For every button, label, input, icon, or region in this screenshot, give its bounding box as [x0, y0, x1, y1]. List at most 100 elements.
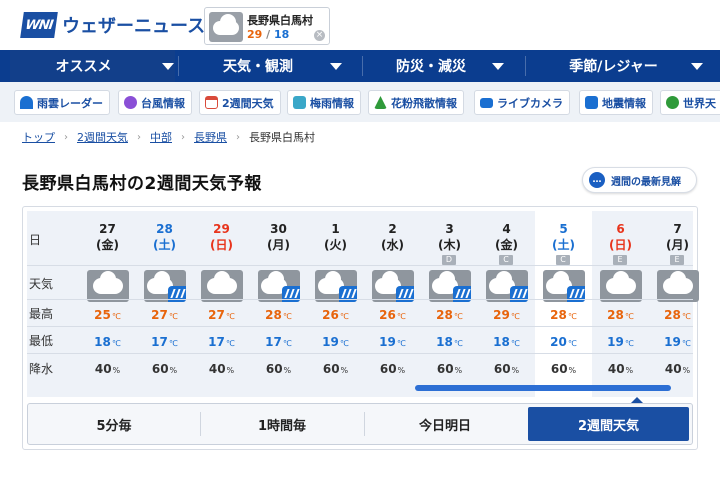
site-logo[interactable]: WNI ウェザーニュース: [20, 12, 205, 38]
forecast-low-unit: ℃: [567, 339, 577, 348]
subnav-item-tsuyu[interactable]: 梅雨情報: [287, 90, 361, 115]
forecast-weekday: (月): [267, 238, 290, 252]
nav-item-weather[interactable]: 天気・観測: [180, 50, 360, 82]
breadcrumb-link-nagano[interactable]: 長野県: [194, 129, 227, 145]
forecast-low: 19℃: [307, 335, 364, 349]
forecast-high: 27℃: [136, 308, 193, 322]
forecast-high-unit: ℃: [567, 312, 577, 321]
forecast-high: 25℃: [79, 308, 136, 322]
subnav-item-typhoon[interactable]: 台風情報: [118, 90, 192, 115]
subnav-item-2week[interactable]: 2週間天気: [199, 90, 281, 115]
forecast-low-value: 19: [664, 335, 681, 349]
forecast-low: 18℃: [421, 335, 478, 349]
forecast-high-unit: ℃: [339, 312, 349, 321]
forecast-date: 2: [388, 222, 397, 236]
forecast-weekday: (土): [552, 238, 575, 252]
globe-icon: [666, 96, 679, 109]
location-high: 29: [247, 28, 263, 41]
forecast-high-value: 28: [436, 308, 453, 322]
forecast-high-value: 26: [322, 308, 339, 322]
forecast-low: 19℃: [649, 335, 706, 349]
subnav-item-world[interactable]: 世界天: [660, 90, 720, 115]
subnav-item-live-camera[interactable]: ライブカメラ: [474, 90, 570, 115]
forecast-low-unit: ℃: [510, 339, 520, 348]
cloudy-icon: [201, 270, 243, 302]
row-label-weather: 天気: [29, 277, 54, 291]
forecast-day-column: 29 (日) 27℃ 17℃ 40%: [193, 211, 250, 397]
forecast-precip-unit: %: [112, 366, 121, 375]
chevron-right-icon: ›: [64, 131, 68, 143]
tab-2week[interactable]: 2週間天気: [528, 407, 689, 441]
forecast-precip: 40%: [592, 362, 649, 376]
forecast-low: 17℃: [193, 335, 250, 349]
forecast-high: 28℃: [592, 308, 649, 322]
nav-item-season[interactable]: 季節/レジャー: [527, 50, 720, 82]
subnav-item-rain-radar[interactable]: 雨雲レーダー: [14, 90, 110, 115]
chevron-right-icon: ›: [236, 131, 240, 143]
forecast-precip-value: 40: [208, 362, 226, 376]
forecast-low-unit: ℃: [339, 339, 349, 348]
nav-label: 天気・観測: [223, 59, 293, 75]
row-label-precip: 降水: [29, 362, 54, 376]
breadcrumb-link-2week[interactable]: 2週間天気: [77, 129, 128, 145]
nav-item-disaster[interactable]: 防災・減災: [364, 50, 522, 82]
cloudy-icon: [600, 270, 642, 302]
forecast-weekday: (日): [609, 238, 632, 252]
forecast-high-unit: ℃: [510, 312, 520, 321]
forecast-high-unit: ℃: [168, 312, 178, 321]
forecast-precip-value: 40: [607, 362, 625, 376]
subnav-label: 2週間天気: [222, 96, 274, 110]
forecast-low: 18℃: [478, 335, 535, 349]
nav-item-osusume[interactable]: オススメ: [10, 50, 175, 82]
subnav-item-earthquake[interactable]: 地震情報: [579, 90, 653, 115]
latest-commentary-button[interactable]: … 週間の最新見解: [582, 167, 697, 193]
typhoon-icon: [124, 96, 137, 109]
breadcrumb-link-chubu[interactable]: 中部: [150, 129, 172, 145]
forecast-date: 29: [213, 222, 230, 236]
forecast-precip: 60%: [364, 362, 421, 376]
forecast-date: 28: [156, 222, 173, 236]
chevron-right-icon: ›: [137, 131, 141, 143]
forecast-day-column: 7 (月) E 28℃ 19℃ 40%: [649, 211, 706, 397]
forecast-high-unit: ℃: [396, 312, 406, 321]
forecast-date: 1: [331, 222, 340, 236]
forecast-date: 30: [270, 222, 287, 236]
forecast-low-unit: ℃: [282, 339, 292, 348]
calendar-icon: [205, 96, 218, 109]
tab-today-tomorrow[interactable]: 今日明日: [364, 404, 526, 444]
location-name: 長野県白馬村: [247, 14, 313, 27]
forecast-day-column: 2 (水) 26℃ 19℃ 60%: [364, 211, 421, 397]
subnav-label: 梅雨情報: [310, 96, 354, 110]
forecast-high-value: 27: [208, 308, 225, 322]
close-icon[interactable]: ×: [314, 30, 325, 41]
forecast-low-unit: ℃: [168, 339, 178, 348]
subnav-label: 世界天: [683, 96, 716, 110]
forecast-precip-value: 40: [94, 362, 112, 376]
horizontal-scrollbar[interactable]: [415, 385, 671, 391]
forecast-date: 4: [502, 222, 511, 236]
forecast-low: 17℃: [250, 335, 307, 349]
location-card[interactable]: 長野県白馬村 29 / 18 ×: [204, 7, 330, 45]
site-header: WNI ウェザーニュース 長野県白馬村 29 / 18 ×: [0, 0, 720, 50]
breadcrumb-link-top[interactable]: トップ: [22, 129, 55, 145]
forecast-precip-unit: %: [568, 366, 577, 375]
forecast-weekday: (土): [153, 238, 176, 252]
tab-5min[interactable]: 5分毎: [28, 404, 200, 444]
forecast-precip-value: 60: [379, 362, 397, 376]
forecast-low-value: 19: [322, 335, 339, 349]
forecast-high-value: 25: [94, 308, 111, 322]
sub-nav: 雨雲レーダー 台風情報 2週間天気 梅雨情報 花粉飛散情報 ライブカメラ 地震情…: [0, 82, 720, 122]
subnav-item-pollen[interactable]: 花粉飛散情報: [368, 90, 464, 115]
forecast-precip-unit: %: [625, 366, 634, 375]
chevron-down-icon: [492, 63, 504, 70]
tab-hourly[interactable]: 1時間毎: [200, 404, 364, 444]
forecast-high: 28℃: [421, 308, 478, 322]
forecast-high-unit: ℃: [453, 312, 463, 321]
reliability-badge: C: [499, 255, 513, 265]
reliability-badge: E: [670, 255, 684, 265]
forecast-weekday: (火): [324, 238, 347, 252]
forecast-day-column: 30 (月) 28℃ 17℃ 60%: [250, 211, 307, 397]
row-label-low: 最低: [29, 334, 54, 348]
forecast-high-value: 27: [151, 308, 168, 322]
forecast-low: 18℃: [79, 335, 136, 349]
